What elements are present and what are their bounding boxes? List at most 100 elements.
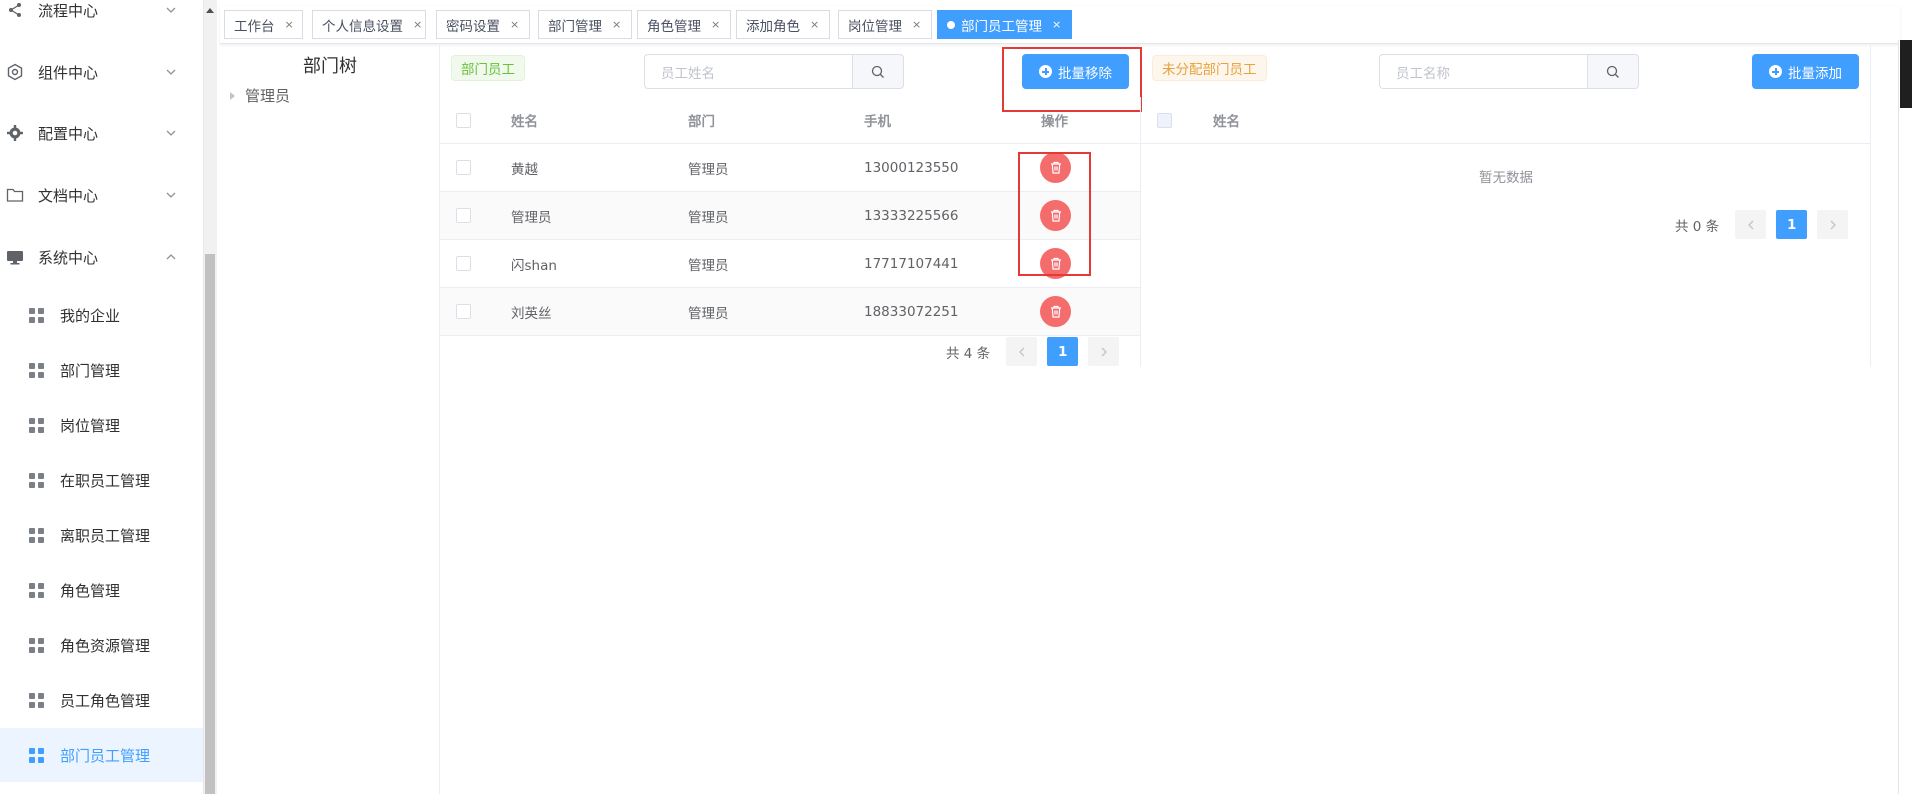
table-row: 刘英丝 管理员 18833072251 bbox=[440, 288, 1140, 336]
search-button[interactable] bbox=[852, 54, 904, 89]
empty-text: 暂无数据 bbox=[1479, 170, 1533, 186]
sidebar-item-label: 岗位管理 bbox=[60, 416, 121, 435]
batch-add-label: 批量添加 bbox=[1788, 65, 1842, 82]
cell-phone: 13000123550 bbox=[864, 159, 959, 176]
menu-label: 文档中心 bbox=[38, 186, 99, 205]
sidebar-item-position-management[interactable]: 岗位管理 bbox=[0, 398, 203, 452]
total-count: 共 4 条 bbox=[946, 345, 991, 362]
tab-profile-settings[interactable]: 个人信息设置 × bbox=[312, 10, 426, 39]
unassigned-search: 员工名称 bbox=[1379, 54, 1639, 89]
row-checkbox[interactable] bbox=[456, 192, 471, 239]
sidebar-item-employee-roles[interactable]: 员工角色管理 bbox=[0, 673, 203, 727]
menu-config-center[interactable]: 配置中心 bbox=[0, 108, 203, 158]
sidebar-item-label: 部门员工管理 bbox=[60, 746, 151, 765]
menu-component-center[interactable]: 组件中心 bbox=[0, 47, 203, 97]
tab-label: 个人信息设置 bbox=[322, 18, 403, 35]
trash-icon bbox=[1050, 305, 1061, 318]
plus-circle-icon bbox=[1769, 65, 1782, 78]
close-icon[interactable]: × bbox=[912, 18, 921, 31]
dept-table-header: 姓名 部门 手机 操作 bbox=[440, 97, 1140, 144]
caret-right-icon[interactable] bbox=[230, 91, 235, 100]
tab-workbench[interactable]: 工作台 × bbox=[224, 10, 303, 39]
close-icon[interactable]: × bbox=[413, 18, 422, 31]
cell-dept: 管理员 bbox=[688, 305, 729, 322]
sidebar-item-dept-management[interactable]: 部门管理 bbox=[0, 343, 203, 397]
tab-role-management[interactable]: 角色管理 × bbox=[637, 10, 731, 39]
dept-employees-tag: 部门员工 bbox=[451, 55, 525, 81]
grid-icon bbox=[29, 307, 44, 323]
menu-doc-center[interactable]: 文档中心 bbox=[0, 170, 203, 220]
next-page-button[interactable] bbox=[1817, 210, 1849, 239]
close-icon[interactable]: × bbox=[510, 18, 519, 31]
tab-label: 工作台 bbox=[234, 18, 275, 35]
folder-icon bbox=[6, 186, 24, 204]
tree-node-admin[interactable]: 管理员 bbox=[230, 85, 290, 106]
chevron-up-icon bbox=[166, 254, 176, 260]
prev-page-button[interactable] bbox=[1735, 210, 1767, 239]
close-icon[interactable]: × bbox=[711, 18, 720, 31]
menu-system-center[interactable]: 系统中心 bbox=[0, 232, 203, 282]
tree-node-label: 管理员 bbox=[245, 87, 291, 105]
sidebar-item-label: 我的企业 bbox=[60, 306, 121, 325]
dept-search: 员工姓名 bbox=[644, 54, 904, 89]
tab-dept-management[interactable]: 部门管理 × bbox=[538, 10, 632, 39]
close-icon[interactable]: × bbox=[612, 18, 621, 31]
dept-tree-panel: 部门树 管理员 bbox=[220, 45, 440, 794]
sidebar-item-my-company[interactable]: 我的企业 bbox=[0, 288, 203, 342]
chevron-down-icon bbox=[166, 69, 176, 75]
sidebar-item-resigned-employees[interactable]: 离职员工管理 bbox=[0, 508, 203, 562]
active-dot-icon bbox=[947, 20, 955, 29]
select-all-checkbox[interactable] bbox=[456, 97, 471, 143]
sidebar-item-role-management[interactable]: 角色管理 bbox=[0, 563, 203, 617]
menu-label: 流程中心 bbox=[38, 1, 99, 20]
sidebar-item-dept-employees[interactable]: 部门员工管理 bbox=[0, 728, 203, 782]
chevron-right-icon bbox=[1101, 347, 1107, 356]
cell-phone: 17717107441 bbox=[864, 255, 959, 272]
sidebar-item-active-employees[interactable]: 在职员工管理 bbox=[0, 453, 203, 507]
tab-label: 部门管理 bbox=[548, 18, 602, 35]
row-checkbox[interactable] bbox=[456, 144, 471, 191]
sidebar-item-label: 离职员工管理 bbox=[60, 526, 151, 545]
col-actions: 操作 bbox=[1041, 114, 1068, 130]
total-count: 共 0 条 bbox=[1675, 218, 1720, 235]
tab-label: 角色管理 bbox=[647, 18, 701, 35]
next-page-button[interactable] bbox=[1088, 337, 1120, 366]
row-checkbox[interactable] bbox=[456, 240, 471, 287]
sidebar-item-role-resources[interactable]: 角色资源管理 bbox=[0, 618, 203, 672]
prev-page-button[interactable] bbox=[1006, 337, 1038, 366]
right-edge-panel bbox=[1898, 40, 1912, 794]
tab-dept-employees[interactable]: 部门员工管理 × bbox=[937, 10, 1072, 39]
chevron-left-icon bbox=[1018, 347, 1025, 356]
grid-icon bbox=[29, 692, 44, 708]
grid-icon bbox=[29, 637, 44, 653]
select-all-checkbox bbox=[1157, 97, 1172, 143]
menu-label: 配置中心 bbox=[38, 124, 99, 143]
delete-button[interactable] bbox=[1040, 288, 1071, 335]
close-icon[interactable]: × bbox=[810, 18, 819, 31]
employee-name-search-input[interactable]: 员工名称 bbox=[1379, 54, 1587, 89]
tab-label: 添加角色 bbox=[746, 18, 800, 35]
search-button[interactable] bbox=[1587, 54, 1639, 89]
unassigned-table-header: 姓名 bbox=[1141, 97, 1870, 144]
tab-position-management[interactable]: 岗位管理 × bbox=[838, 10, 932, 39]
tab-add-role[interactable]: 添加角色 × bbox=[736, 10, 830, 39]
highlight-box bbox=[1018, 152, 1091, 276]
page-number[interactable]: 1 bbox=[1047, 337, 1079, 366]
close-icon[interactable]: × bbox=[1052, 18, 1061, 31]
close-icon[interactable]: × bbox=[285, 18, 294, 31]
row-checkbox[interactable] bbox=[456, 288, 471, 335]
sidebar-item-label: 员工角色管理 bbox=[60, 691, 151, 710]
employee-name-search-input[interactable]: 员工姓名 bbox=[644, 54, 852, 89]
cell-name: 闪shan bbox=[511, 257, 557, 274]
share-icon bbox=[6, 1, 24, 19]
page-number[interactable]: 1 bbox=[1776, 210, 1808, 239]
sidebar-item-label: 角色资源管理 bbox=[60, 636, 151, 655]
tab-password-settings[interactable]: 密码设置 × bbox=[436, 10, 530, 39]
col-name: 姓名 bbox=[511, 114, 538, 130]
batch-add-button[interactable]: 批量添加 bbox=[1752, 54, 1859, 89]
unassigned-employees-tag: 未分配部门员工 bbox=[1152, 55, 1267, 81]
scroll-up-arrow-icon[interactable] bbox=[206, 8, 214, 13]
menu-flow-center[interactable]: 流程中心 bbox=[0, 0, 203, 35]
scrollbar-thumb[interactable] bbox=[205, 254, 215, 794]
col-name: 姓名 bbox=[1213, 114, 1240, 130]
